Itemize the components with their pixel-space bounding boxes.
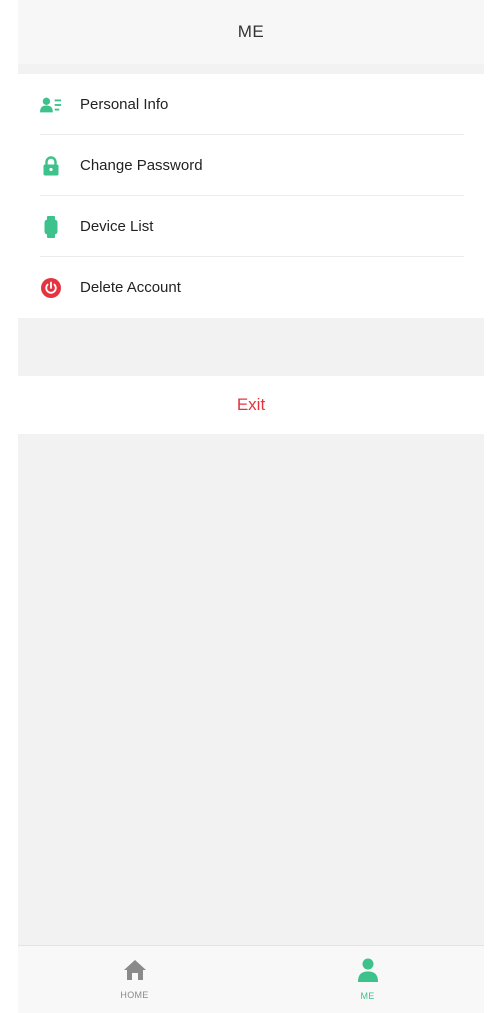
tab-home-label: HOME <box>120 990 149 1000</box>
menu-item-label: Change Password <box>80 157 203 174</box>
menu-item-delete-account[interactable]: Delete Account <box>18 257 484 318</box>
menu-item-personal-info[interactable]: Personal Info <box>18 74 484 135</box>
menu-item-label: Delete Account <box>80 279 181 296</box>
header-title: ME <box>237 22 265 41</box>
menu-item-label: Device List <box>80 218 154 235</box>
menu-item-device-list[interactable]: Device List <box>18 196 484 257</box>
person-icon <box>357 958 379 987</box>
watch-icon <box>40 215 62 238</box>
exit-button[interactable]: Exit <box>18 376 484 434</box>
me-screen: ME Personal Info Change Password Device … <box>18 0 484 1013</box>
menu-item-label: Personal Info <box>80 96 169 113</box>
account-menu: Personal Info Change Password Device Lis… <box>18 74 484 318</box>
home-icon <box>123 959 147 986</box>
lock-icon <box>40 155 62 177</box>
tab-home[interactable]: HOME <box>18 946 251 1013</box>
bottom-tab-bar: HOME ME <box>18 945 484 1013</box>
exit-label: Exit <box>236 395 266 414</box>
tab-me-label: ME <box>360 991 375 1001</box>
page-title: ME <box>18 0 484 64</box>
tab-me[interactable]: ME <box>251 946 484 1013</box>
person-card-icon <box>40 94 62 116</box>
power-icon <box>40 277 62 299</box>
menu-item-change-password[interactable]: Change Password <box>18 135 484 196</box>
